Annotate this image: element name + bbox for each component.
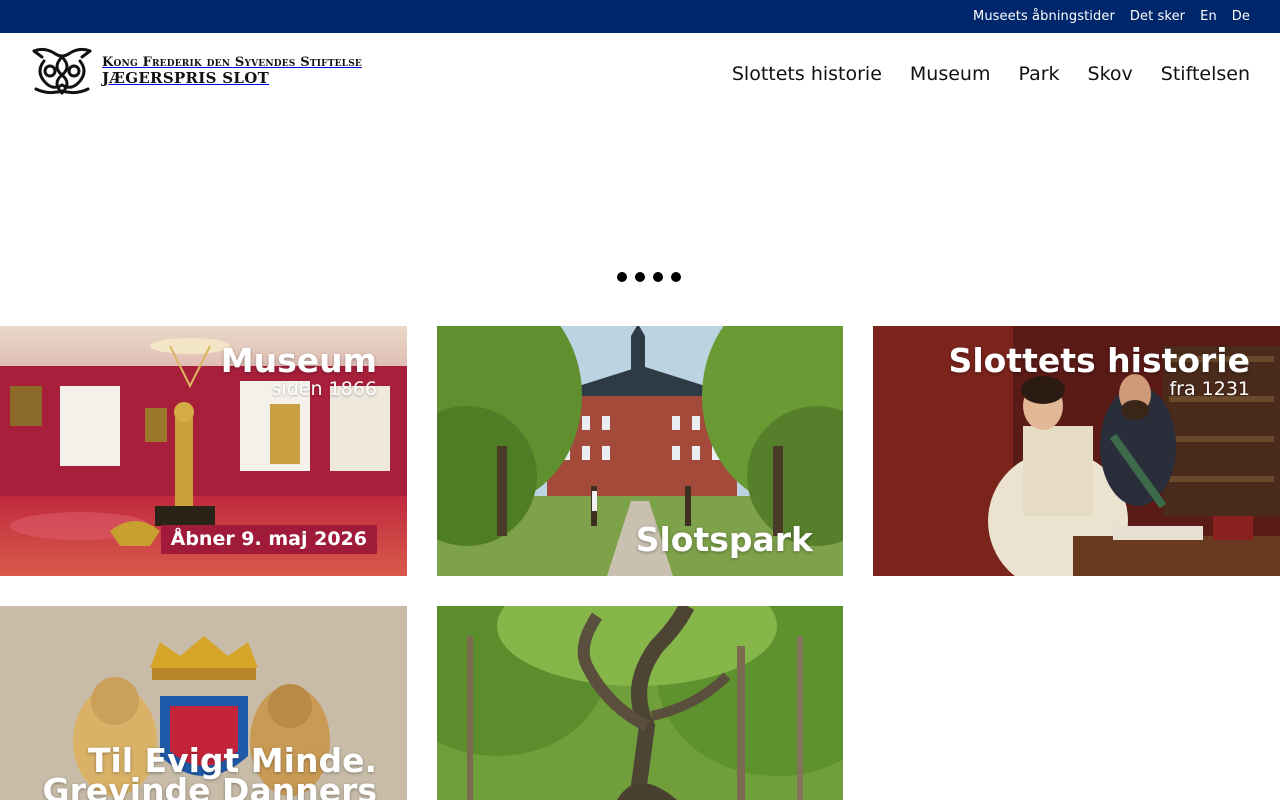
nav-item-castle-history[interactable]: Slottets historie xyxy=(732,63,882,85)
logo-castle-name: JÆGERSPRIS SLOT xyxy=(102,69,270,87)
nav-item-forest[interactable]: Skov xyxy=(1088,63,1133,85)
museum-tile-subtitle: siden 1866 xyxy=(271,378,377,400)
site-logo[interactable]: Kong Frederik den Syvendes Stiftelse JÆG… xyxy=(30,45,362,97)
events-link[interactable]: Det sker xyxy=(1130,9,1185,24)
nav-item-museum[interactable]: Museum xyxy=(910,63,991,85)
royal-monogram-icon xyxy=(32,47,92,95)
utility-nav: Museets åbningstider Det sker En De xyxy=(973,0,1250,33)
language-de-link[interactable]: De xyxy=(1232,9,1250,24)
danner-tile-title-line2: Grevinde Danners xyxy=(42,771,378,800)
forest-tile[interactable] xyxy=(437,606,843,800)
slotspark-tile[interactable]: Slotspark xyxy=(437,326,843,576)
nav-item-park[interactable]: Park xyxy=(1018,63,1059,85)
carousel-dot-icon[interactable] xyxy=(635,272,645,282)
nav-item-foundation[interactable]: Stiftelsen xyxy=(1161,63,1250,85)
carousel-pagination xyxy=(617,272,681,282)
logo-foundation-name: Kong Frederik den Syvendes Stiftelse xyxy=(102,55,362,70)
slotspark-tile-title: Slotspark xyxy=(635,520,813,559)
castle-history-tile[interactable]: Slottets historie fra 1231 xyxy=(873,326,1280,576)
top-utility-bar: Museets åbningstider Det sker En De xyxy=(0,0,1280,33)
main-nav: Slottets historie Museum Park Skov Stift… xyxy=(732,63,1250,85)
museum-tile[interactable]: Museum siden 1866 Åbner 9. maj 2026 xyxy=(0,326,407,576)
carousel-dot-icon[interactable] xyxy=(671,272,681,282)
museum-tile-title: Museum xyxy=(220,341,377,380)
castle-history-tile-title: Slottets historie xyxy=(948,341,1250,380)
carousel-dot-icon[interactable] xyxy=(653,272,663,282)
carousel-dot-icon[interactable] xyxy=(617,272,627,282)
opening-hours-link[interactable]: Museets åbningstider xyxy=(973,9,1115,24)
danner-memorial-tile[interactable]: Til Evigt Minde. Grevinde Danners xyxy=(0,606,407,800)
site-header: Kong Frederik den Syvendes Stiftelse JÆG… xyxy=(0,33,1280,123)
language-en-link[interactable]: En xyxy=(1200,9,1217,24)
castle-history-tile-subtitle: fra 1231 xyxy=(1169,378,1250,400)
museum-opening-badge: Åbner 9. maj 2026 xyxy=(160,525,377,554)
logo-wordmark: Kong Frederik den Syvendes Stiftelse JÆG… xyxy=(102,56,362,86)
old-oak-forest-image xyxy=(437,606,843,800)
